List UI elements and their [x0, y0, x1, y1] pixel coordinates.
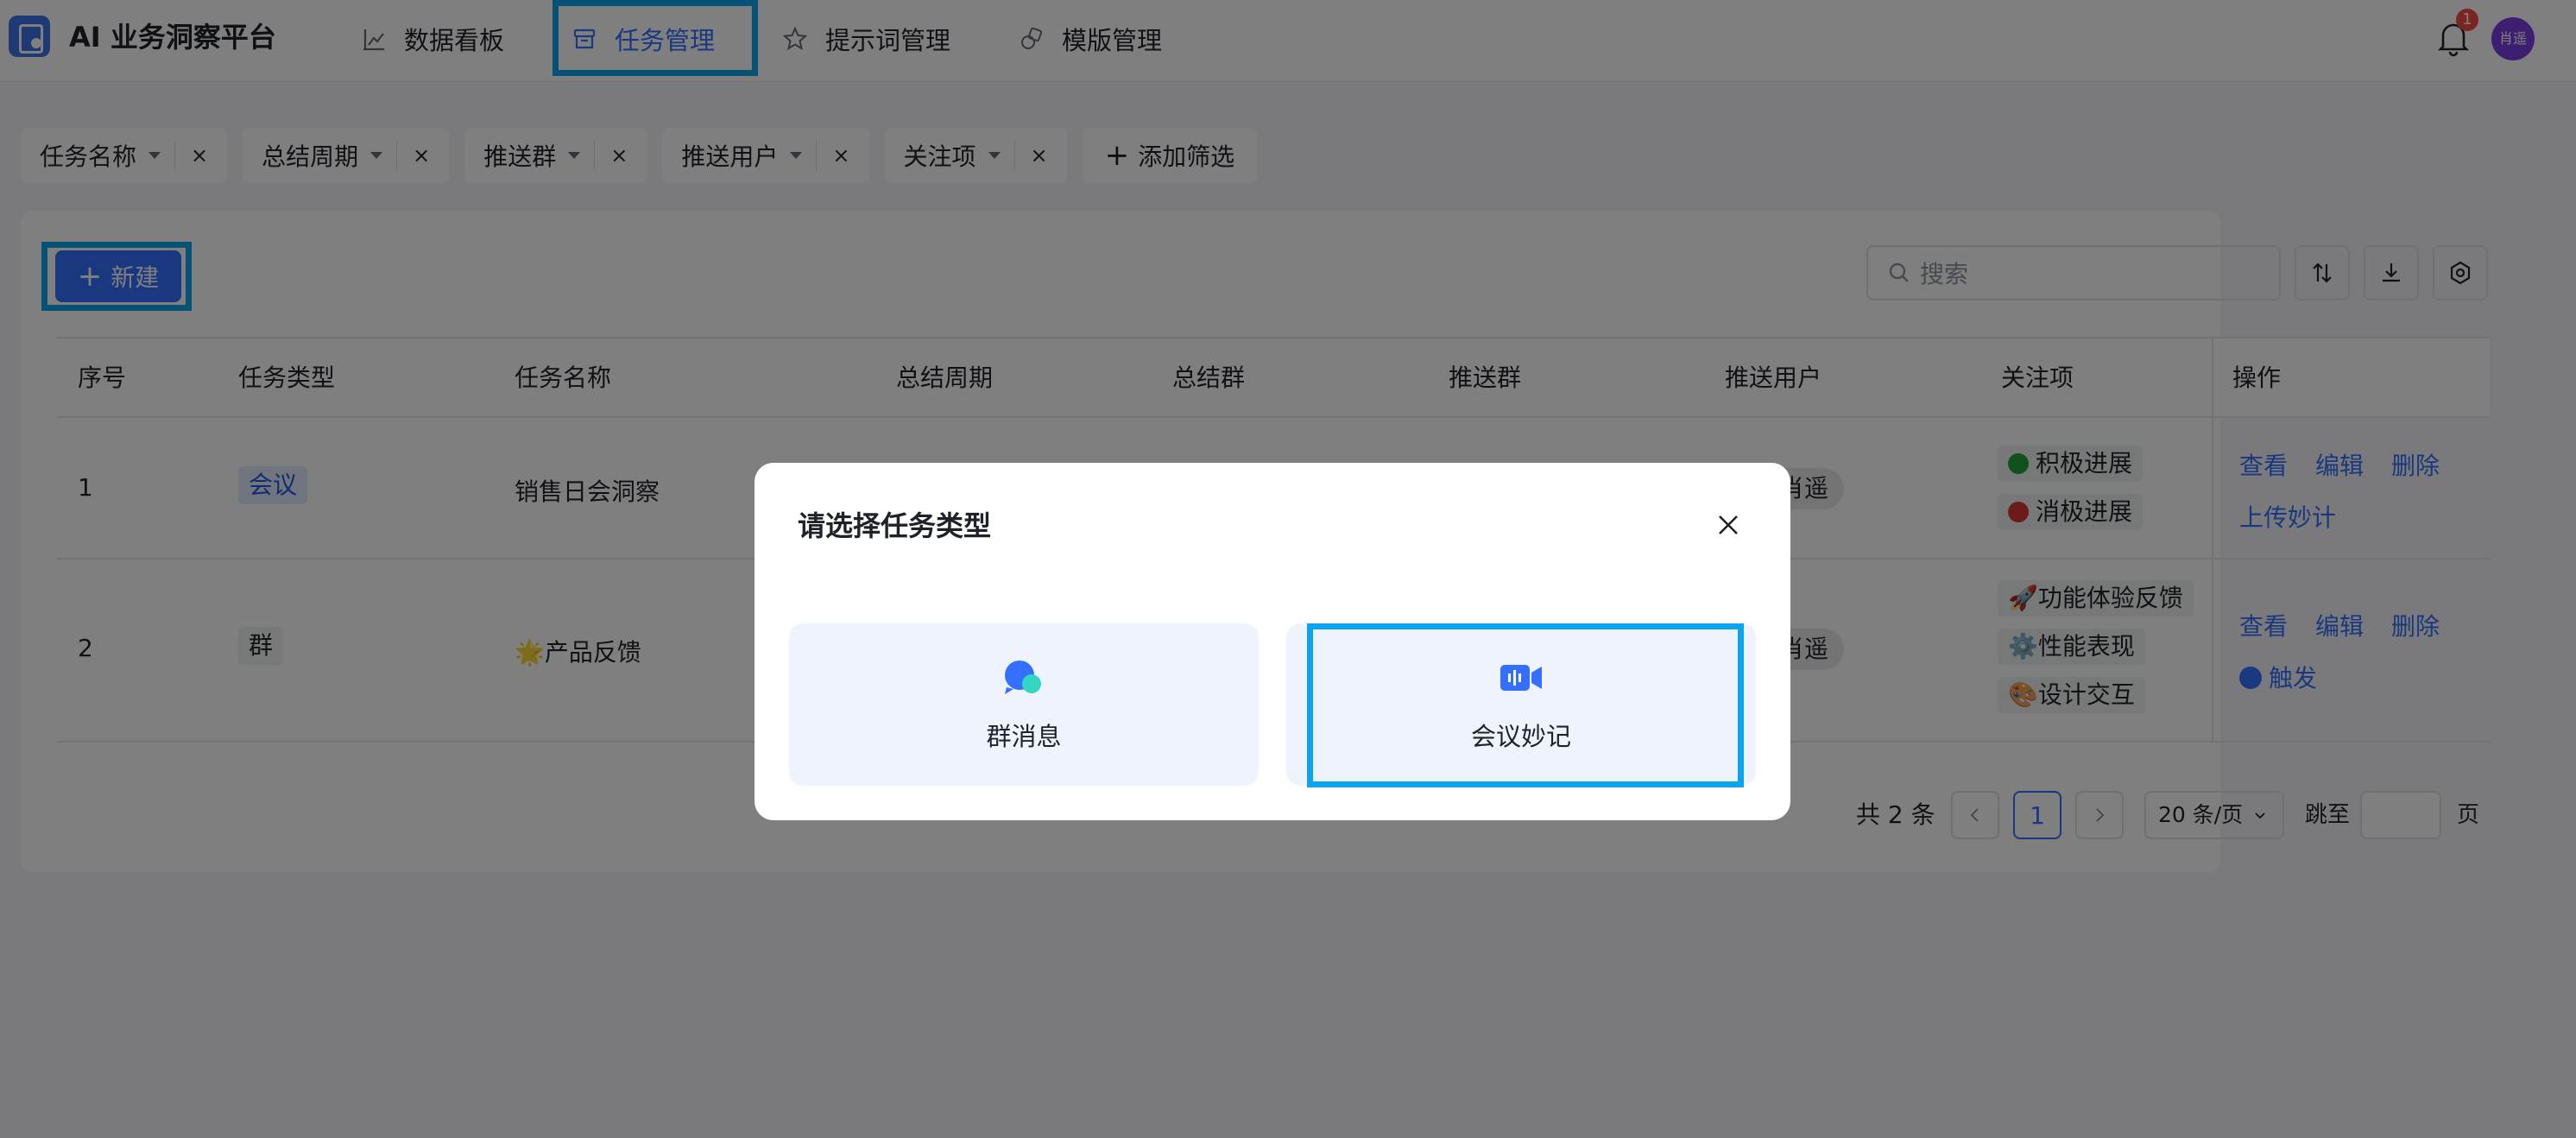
task-type-option-group-message[interactable]: 群消息: [789, 623, 1259, 786]
close-icon[interactable]: [1711, 508, 1746, 542]
modal-title: 请选择任务类型: [798, 509, 992, 542]
task-type-modal: 请选择任务类型 群消息 会议妙记: [754, 463, 1790, 820]
chat-bubbles-icon: [1005, 661, 1041, 694]
highlight-box: [1307, 623, 1744, 787]
option-label: 群消息: [986, 722, 1062, 751]
